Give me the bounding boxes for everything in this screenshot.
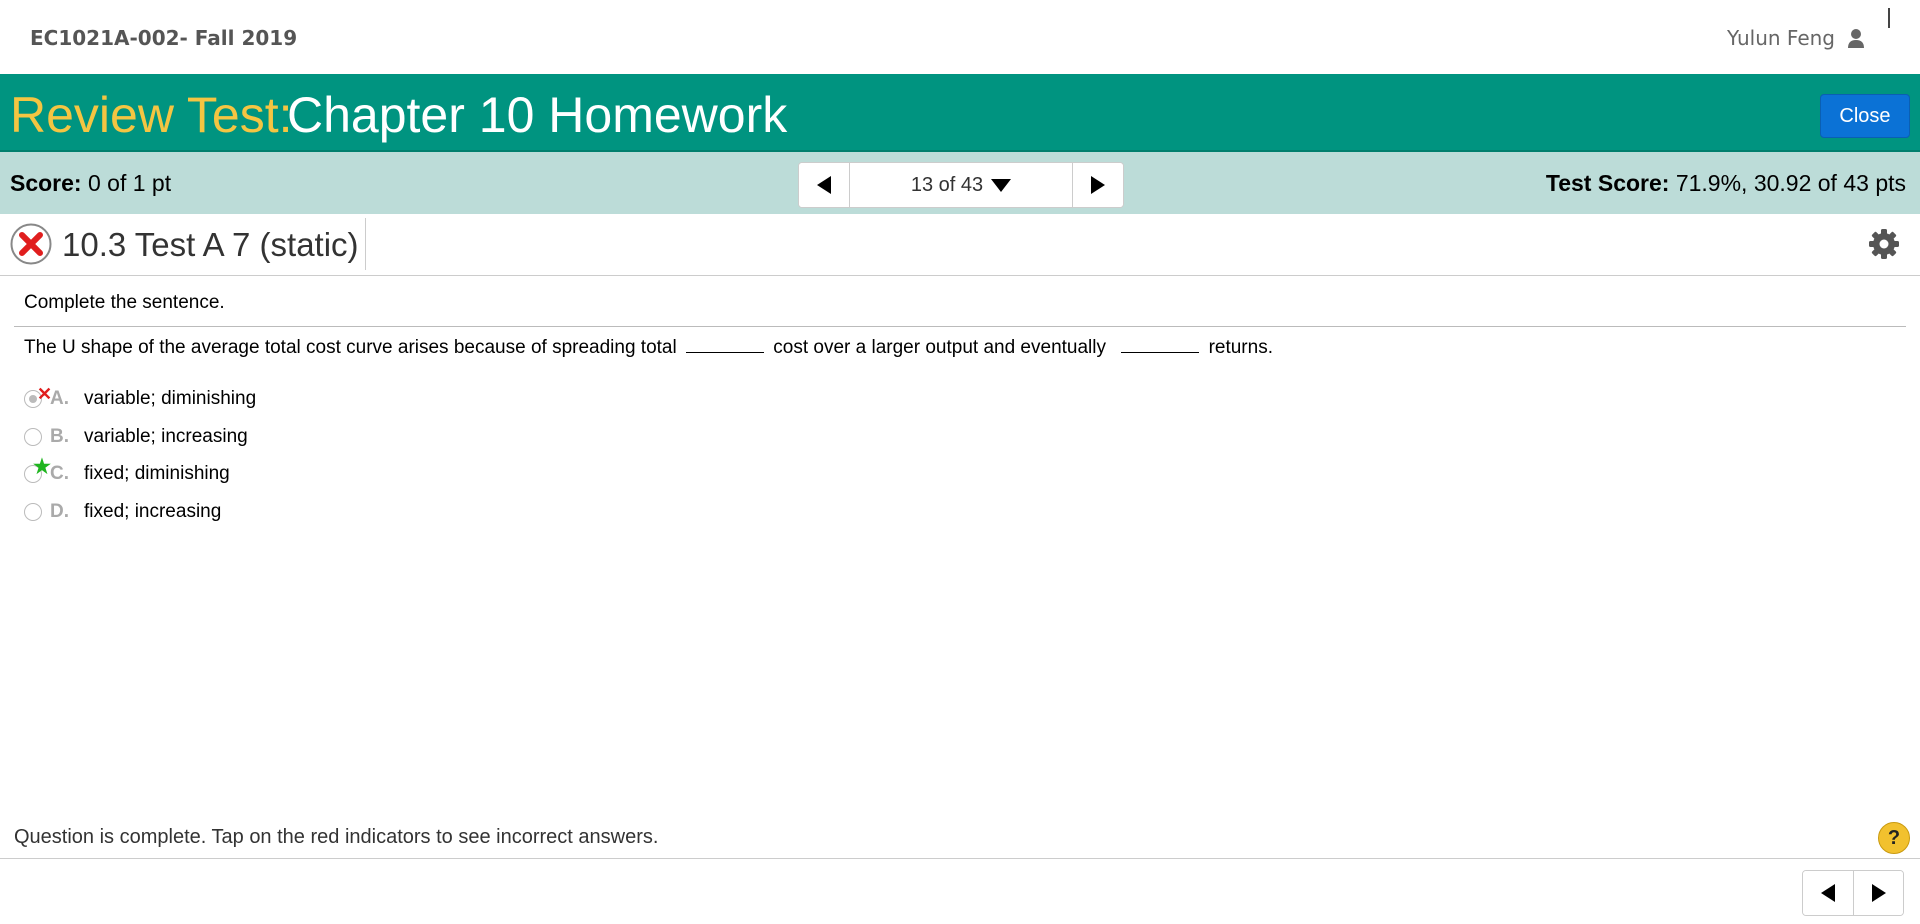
close-button[interactable]: Close bbox=[1820, 94, 1910, 138]
question-header: 10.3 Test A 7 (static) bbox=[0, 214, 1920, 276]
option-letter: B. bbox=[50, 426, 69, 447]
divider bbox=[14, 326, 1906, 327]
help-icon[interactable]: ? bbox=[1878, 822, 1910, 854]
bottom-next-button[interactable] bbox=[1853, 871, 1903, 915]
user-icon bbox=[1848, 29, 1864, 48]
radio-button[interactable] bbox=[24, 428, 42, 446]
triangle-right-icon bbox=[1871, 884, 1886, 902]
page-title: Chapter 10 Homework bbox=[287, 87, 788, 143]
option-letter: A. bbox=[50, 388, 69, 409]
triangle-right-icon bbox=[1091, 176, 1105, 194]
header-divider bbox=[365, 218, 366, 270]
bottom-navigator bbox=[1802, 870, 1904, 916]
question-title: 10.3 Test A 7 (static) bbox=[62, 226, 359, 263]
question-text: The U shape of the average total cost cu… bbox=[24, 337, 1273, 359]
option-b[interactable]: B. variable; increasing bbox=[24, 422, 248, 452]
gear-icon[interactable] bbox=[1868, 228, 1900, 260]
option-letter: C. bbox=[50, 463, 69, 484]
text-cursor bbox=[1888, 8, 1890, 28]
question-selector[interactable]: 13 of 43 bbox=[849, 163, 1073, 207]
test-score: Test Score: 71.9%, 30.92 of 43 pts bbox=[1546, 170, 1906, 197]
top-bar: EC1021A-002- Fall 2019 Yulun Feng bbox=[0, 0, 1920, 74]
option-text: variable; increasing bbox=[84, 426, 248, 447]
incorrect-x-icon[interactable]: ✕ bbox=[37, 385, 52, 403]
caret-down-icon bbox=[991, 178, 1012, 192]
footer-divider bbox=[0, 858, 1920, 859]
question-score: Score: 0 of 1 pt bbox=[10, 170, 171, 197]
question-text-part2: cost over a larger output and eventually bbox=[773, 337, 1106, 358]
correct-star-icon: ★ bbox=[33, 456, 51, 478]
title-prefix: Review Test: bbox=[10, 87, 293, 143]
score-bar: Score: 0 of 1 pt 13 of 43 Test Score: 71… bbox=[0, 152, 1920, 214]
status-message: Question is complete. Tap on the red ind… bbox=[14, 826, 659, 848]
test-score-value: 71.9%, 30.92 of 43 pts bbox=[1675, 170, 1906, 196]
test-score-label: Test Score: bbox=[1545, 170, 1670, 196]
question-navigator: 13 of 43 bbox=[798, 162, 1124, 208]
option-d[interactable]: D. fixed; increasing bbox=[24, 497, 221, 527]
option-text: fixed; increasing bbox=[84, 501, 222, 522]
question-text-part1: The U shape of the average total cost cu… bbox=[24, 337, 677, 358]
bottom-previous-button[interactable] bbox=[1803, 871, 1853, 915]
course-title: EC1021A-002- Fall 2019 bbox=[30, 26, 298, 50]
incorrect-icon[interactable] bbox=[10, 223, 52, 265]
radio-selected[interactable]: ✕ bbox=[24, 385, 52, 408]
answer-blank-2 bbox=[1121, 338, 1200, 353]
user-name: Yulun Feng bbox=[1727, 26, 1835, 50]
score-label: Score: bbox=[10, 170, 82, 196]
question-text-part3: returns. bbox=[1208, 337, 1273, 358]
title-bar: Review Test: Chapter 10 Homework Close bbox=[0, 74, 1920, 152]
radio-button[interactable] bbox=[24, 503, 42, 521]
option-letter: D. bbox=[50, 501, 69, 522]
answer-blank-1 bbox=[686, 338, 764, 353]
option-text: fixed; diminishing bbox=[84, 463, 230, 484]
next-question-button[interactable] bbox=[1073, 163, 1123, 207]
question-instruction: Complete the sentence. bbox=[24, 292, 225, 313]
option-text: variable; diminishing bbox=[84, 388, 257, 409]
user-menu[interactable]: Yulun Feng bbox=[1727, 26, 1865, 50]
option-a[interactable]: ✕ A. variable; diminishing bbox=[24, 384, 256, 414]
option-c[interactable]: ★ C. fixed; diminishing bbox=[24, 457, 230, 489]
triangle-left-icon bbox=[1821, 884, 1835, 902]
radio-button[interactable]: ★ bbox=[24, 457, 51, 483]
triangle-left-icon bbox=[817, 176, 831, 194]
question-position: 13 of 43 bbox=[910, 173, 984, 196]
score-value: 0 of 1 pt bbox=[87, 170, 172, 196]
previous-question-button[interactable] bbox=[799, 163, 849, 207]
